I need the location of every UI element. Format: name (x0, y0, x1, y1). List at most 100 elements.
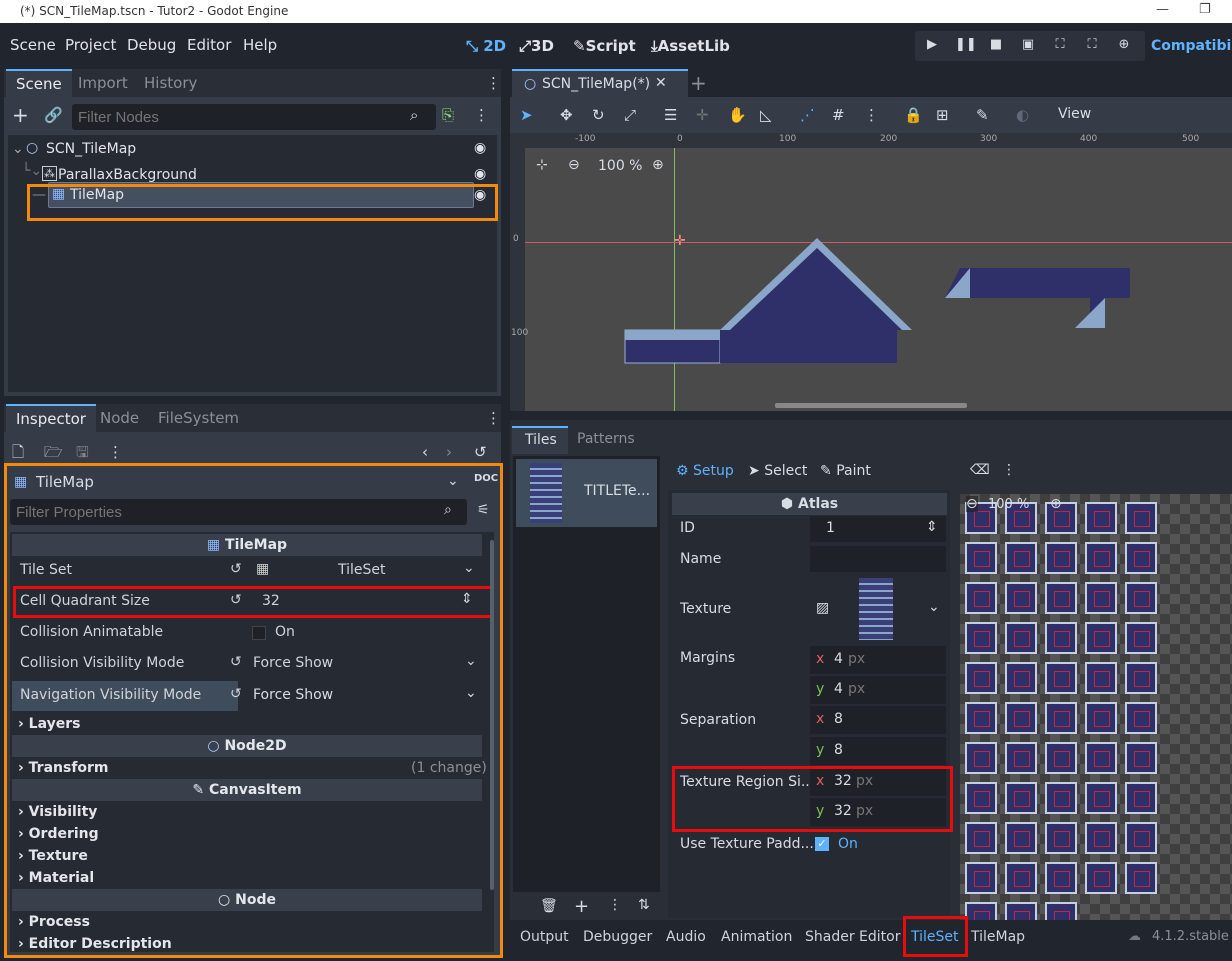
tab-animation[interactable]: Animation (721, 929, 792, 945)
atlas-tile[interactable] (1125, 502, 1157, 534)
visibility-eye-icon[interactable]: ◉ (474, 166, 486, 182)
atlas-zoom-level[interactable]: 100 % (988, 497, 1029, 512)
chevron-down-icon[interactable]: ⌄ (928, 599, 940, 615)
camera-override-icon[interactable]: ◐ (1016, 105, 1029, 125)
add-tab-icon[interactable]: + (690, 71, 707, 95)
texture-preview[interactable] (859, 578, 893, 640)
workspace-2d[interactable]: ⤡ 2D (466, 37, 506, 55)
select-tool-icon[interactable]: ➤ (520, 105, 533, 125)
atlas-tile[interactable] (1125, 622, 1157, 654)
atlas-tile[interactable] (1005, 902, 1037, 920)
open-folder-icon[interactable]: 🗁 (44, 442, 63, 462)
atlas-tile[interactable] (1045, 622, 1077, 654)
snap-options-icon[interactable]: ⋮ (864, 105, 879, 125)
atlas-tile[interactable] (1005, 862, 1037, 894)
visibility-eye-icon[interactable]: ◉ (474, 140, 486, 156)
atlas-tile[interactable] (1085, 622, 1117, 654)
atlas-zoom-in-icon[interactable]: ⊕ (1050, 496, 1062, 512)
pivot-tool-icon[interactable]: ✛ (696, 105, 709, 125)
tab-filesystem[interactable]: FileSystem (148, 404, 249, 432)
atlas-tile[interactable] (1005, 542, 1037, 574)
atlas-tile[interactable] (1005, 582, 1037, 614)
play-scene-icon[interactable]: ⛶ (1051, 37, 1069, 55)
move-tool-icon[interactable]: ✥ (560, 105, 573, 125)
pause-icon[interactable]: ❚❚ (955, 37, 977, 55)
mode-select[interactable]: ➤ Select (748, 463, 807, 479)
atlas-tile[interactable] (1045, 742, 1077, 774)
tab-import[interactable]: Import (68, 69, 138, 97)
history-forward-icon[interactable]: › (446, 442, 452, 462)
atlas-tile[interactable] (1045, 702, 1077, 734)
stop-icon[interactable]: ■ (987, 37, 1005, 55)
atlas-tile[interactable] (965, 702, 997, 734)
save-icon[interactable]: 🖫 (76, 442, 89, 462)
tab-node[interactable]: Node (90, 404, 149, 432)
mode-paint[interactable]: ✎ Paint (820, 463, 871, 479)
tab-scene[interactable]: Scene (6, 69, 72, 97)
atlas-tile[interactable] (1125, 742, 1157, 774)
tree-item-parallax[interactable]: ParallaxBackground (58, 167, 197, 183)
history-back-icon[interactable]: ‹ (422, 442, 428, 462)
play-custom-icon[interactable]: ⛶ (1083, 37, 1101, 55)
restore-icon[interactable]: ❐ (1199, 2, 1211, 17)
zoom-out-icon[interactable]: ⊖ (568, 157, 580, 173)
remote-debug-icon[interactable]: ▣ (1019, 37, 1037, 55)
bone-icon[interactable]: ✎ (976, 105, 989, 125)
atlas-tile[interactable] (1085, 702, 1117, 734)
workspace-assetlib[interactable]: ⤓AssetLib (651, 37, 730, 55)
atlas-zoom-out-icon[interactable]: ⊖ (966, 496, 978, 512)
filter-nodes-input[interactable] (72, 104, 436, 130)
atlas-tile[interactable] (1045, 822, 1077, 854)
tab-tiles[interactable]: Tiles (512, 426, 568, 454)
atlas-tile[interactable] (1045, 662, 1077, 694)
view-menu[interactable]: View (1058, 106, 1091, 122)
atlas-tile[interactable] (1125, 542, 1157, 574)
atlas-tile[interactable] (965, 622, 997, 654)
scale-tool-icon[interactable]: ⤢ (624, 105, 636, 125)
atlas-tile[interactable] (1005, 742, 1037, 774)
tab-shader-editor[interactable]: Shader Editor (805, 929, 900, 945)
lock-icon[interactable]: 🔒 (904, 105, 923, 125)
renderer-label[interactable]: Compatibili (1151, 38, 1232, 54)
dock-menu-icon[interactable]: ⋮ (486, 408, 501, 428)
source-menu-icon[interactable]: ⋮ (608, 897, 622, 913)
atlas-tile[interactable] (1085, 502, 1117, 534)
atlas-tile[interactable] (1085, 662, 1117, 694)
atlas-tile[interactable] (1045, 902, 1077, 920)
atlas-tile[interactable] (1125, 862, 1157, 894)
zoom-in-icon[interactable]: ⊕ (652, 157, 664, 173)
atlas-tile[interactable] (1125, 702, 1157, 734)
atlas-tile[interactable] (1045, 582, 1077, 614)
menu-help[interactable]: Help (243, 36, 277, 54)
instance-scene-icon[interactable]: ⎘ (442, 105, 454, 125)
atlas-tile[interactable] (965, 542, 997, 574)
tab-audio[interactable]: Audio (666, 929, 706, 945)
atlas-tile[interactable] (965, 662, 997, 694)
atlas-tile[interactable] (965, 822, 997, 854)
new-resource-icon[interactable]: 🗋 (12, 442, 24, 462)
spinner-icon[interactable]: ⇕ (926, 519, 938, 535)
atlas-tile[interactable] (1045, 862, 1077, 894)
center-view-icon[interactable]: ⊹ (536, 157, 548, 173)
minimize-icon[interactable]: — (1156, 2, 1169, 17)
add-source-icon[interactable]: + (574, 896, 589, 917)
inspector-menu-icon[interactable]: ⋮ (108, 442, 123, 462)
tab-patterns[interactable]: Patterns (577, 431, 635, 447)
atlas-tile[interactable] (1085, 582, 1117, 614)
atlas-tile[interactable] (965, 782, 997, 814)
collapse-arrow-icon[interactable]: ⌄ (12, 141, 24, 157)
movie-maker-icon[interactable]: ⊕ (1115, 37, 1133, 55)
smart-snap-icon[interactable]: ⋰ (800, 105, 815, 125)
atlas-tile[interactable] (1045, 782, 1077, 814)
atlas-tile[interactable] (1125, 582, 1157, 614)
add-node-icon[interactable]: + (12, 105, 29, 125)
viewport-canvas[interactable]: -100 0 100 200 300 400 500 0 100 ✛ ⊹ ⊖ 1… (510, 133, 1232, 411)
h-scrollbar[interactable] (775, 403, 967, 408)
atlas-tile[interactable] (1085, 542, 1117, 574)
atlas-tile[interactable] (1085, 742, 1117, 774)
eraser-icon[interactable]: ⌫ (970, 462, 990, 478)
checkbox-checked-icon[interactable]: ✓ (815, 837, 829, 851)
tree-item-scn-tilemap[interactable]: SCN_TileMap (46, 141, 136, 157)
atlas-tile[interactable] (1005, 622, 1037, 654)
menu-project[interactable]: Project (65, 36, 116, 54)
